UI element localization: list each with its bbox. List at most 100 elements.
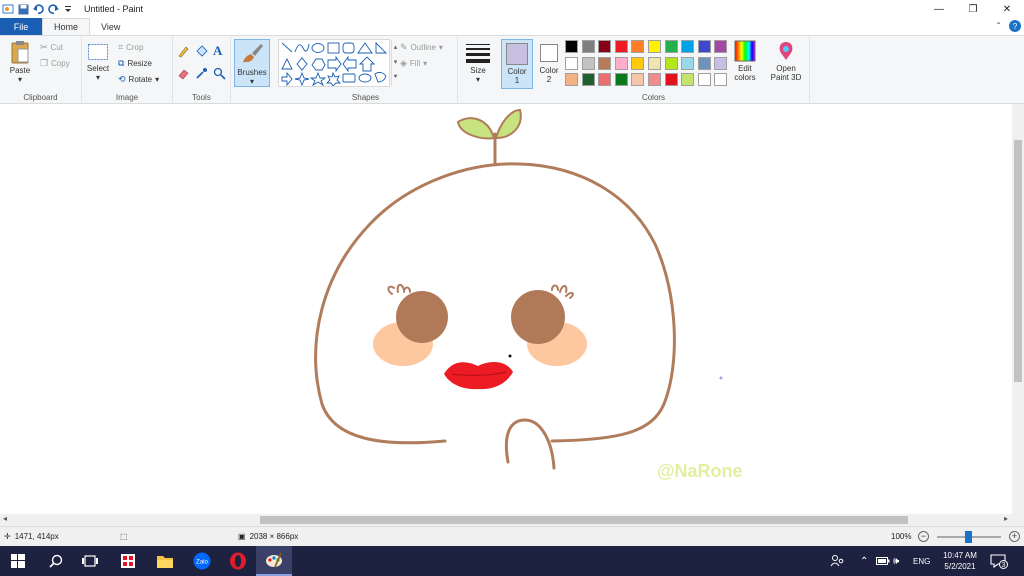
taskbar-zalo[interactable]: Zalo (184, 546, 220, 576)
language-indicator[interactable]: ENG (913, 546, 930, 576)
fill-button[interactable]: ◈ Fill ▾ (400, 58, 427, 69)
palette-swatch[interactable] (681, 73, 695, 86)
notifications-button[interactable]: 3 (990, 546, 1008, 576)
start-button[interactable] (0, 546, 36, 576)
scroll-right-icon[interactable]: ▸ (1004, 514, 1008, 523)
palette-swatch[interactable] (598, 73, 612, 86)
select-dropdown-icon: ▾ (95, 73, 100, 82)
search-button[interactable] (38, 546, 74, 576)
resize-button[interactable]: ⧉ Resize (118, 58, 152, 69)
pencil-tool[interactable] (177, 45, 190, 60)
palette-swatch[interactable] (598, 56, 612, 70)
horizontal-scrollbar[interactable]: ◂ ▸ (0, 514, 1024, 526)
save-icon[interactable] (17, 3, 29, 15)
palette-swatch[interactable] (697, 73, 711, 86)
color2-number: 2 (546, 75, 552, 84)
undo-icon[interactable] (32, 3, 44, 15)
shapes-scroll[interactable]: ▴ ▾ ⯆ (391, 40, 399, 86)
palette-swatch[interactable] (664, 56, 678, 70)
paste-button[interactable]: Paste ▾ (6, 40, 34, 86)
zoom-slider-thumb[interactable] (965, 531, 972, 543)
brushes-button[interactable]: Brushes ▾ (234, 39, 270, 87)
palette-swatch[interactable] (714, 56, 728, 70)
customize-toolbar-icon[interactable] (62, 3, 74, 15)
redo-icon[interactable] (47, 3, 59, 15)
color2-button[interactable]: Color 2 (536, 39, 562, 89)
collapse-ribbon-icon[interactable]: ⌃ (995, 21, 1002, 30)
palette-swatch[interactable] (664, 40, 678, 53)
head-outline (314, 162, 676, 445)
vertical-scroll-thumb[interactable] (1014, 140, 1022, 382)
restore-button[interactable]: ❐ (956, 0, 990, 18)
clock[interactable]: 10:47 AM 5/2/2021 (938, 550, 982, 572)
crop-button[interactable]: ⌗ Crop (118, 42, 143, 53)
palette-swatch[interactable] (648, 73, 661, 86)
text-tool[interactable]: A (213, 43, 222, 59)
palette-swatch[interactable] (614, 73, 628, 86)
palette-swatch[interactable] (631, 40, 645, 53)
paste-label: Paste (9, 66, 31, 75)
palette-swatch[interactable] (631, 56, 645, 70)
palette-swatch[interactable] (697, 56, 711, 70)
zoom-in-button[interactable]: + (1009, 531, 1020, 542)
palette-swatch[interactable] (714, 73, 728, 86)
taskbar-app-1[interactable] (110, 546, 146, 576)
color-picker-tool[interactable] (195, 67, 208, 82)
tab-view[interactable]: View (90, 18, 131, 35)
taskbar-opera[interactable] (220, 546, 256, 576)
drawing-canvas[interactable]: @NaRone (0, 104, 1012, 514)
open-paint3d-button[interactable]: Open Paint 3D (766, 40, 806, 82)
people-icon[interactable] (830, 546, 844, 576)
close-button[interactable]: ✕ (990, 0, 1024, 18)
horizontal-scroll-thumb[interactable] (260, 516, 908, 524)
task-view-button[interactable] (72, 546, 108, 576)
rotate-button[interactable]: ⟲ Rotate ▾ (118, 74, 159, 85)
edit-colors-button[interactable]: Edit colors (732, 40, 758, 82)
show-hidden-icons-icon[interactable]: ⌃ (860, 546, 868, 576)
taskbar-file-explorer[interactable] (147, 546, 183, 576)
select-button[interactable]: Select ▾ (86, 42, 110, 82)
palette-swatch[interactable] (631, 73, 645, 86)
paint3d-icon (779, 42, 793, 60)
taskbar-paint[interactable] (256, 546, 292, 576)
tab-home[interactable]: Home (42, 18, 91, 35)
palette-swatch[interactable] (581, 73, 595, 86)
magnifier-tool[interactable] (213, 67, 226, 82)
palette-swatch[interactable] (614, 40, 628, 53)
palette-swatch[interactable] (648, 40, 661, 53)
minimize-button[interactable]: — (922, 0, 956, 18)
palette-swatch[interactable] (565, 56, 578, 70)
help-icon[interactable]: ? (1009, 20, 1021, 32)
outline-button[interactable]: ✎ Outline ▾ (400, 42, 443, 53)
scroll-left-icon[interactable]: ◂ (3, 514, 7, 523)
shapes-gallery[interactable] (278, 39, 390, 87)
palette-swatch[interactable] (581, 40, 595, 53)
fill-tool[interactable] (195, 45, 208, 60)
palette-swatch[interactable] (681, 40, 695, 53)
copy-button[interactable]: ❐ Copy (40, 58, 70, 69)
drawing-svg[interactable]: @NaRone (0, 104, 1012, 514)
color2-swatch (540, 44, 558, 62)
vertical-scrollbar[interactable] (1012, 104, 1024, 514)
palette-swatch[interactable] (697, 40, 711, 53)
palette-swatch[interactable] (598, 40, 612, 53)
palette-swatch[interactable] (664, 73, 678, 86)
left-eye (396, 291, 448, 343)
palette-swatch[interactable] (581, 56, 595, 70)
palette-swatch[interactable] (648, 56, 661, 70)
eraser-tool[interactable] (177, 67, 190, 82)
palette-swatch[interactable] (565, 73, 578, 86)
palette-swatch[interactable] (614, 56, 628, 70)
people-svg (830, 555, 844, 567)
shapes-group: ▴ ▾ ⯆ ✎ Outline ▾ ◈ Fill ▾ Shapes (274, 36, 458, 104)
tab-file[interactable]: File (0, 18, 42, 35)
palette-swatch[interactable] (681, 56, 695, 70)
size-button[interactable]: Size ▾ (464, 42, 492, 84)
color1-button[interactable]: Color 1 (501, 39, 533, 89)
palette-swatch[interactable] (714, 40, 728, 53)
battery-icon[interactable] (876, 546, 890, 576)
palette-swatch[interactable] (565, 40, 578, 53)
zoom-out-button[interactable]: − (918, 531, 929, 542)
cut-button[interactable]: ✂ Cut (40, 42, 63, 53)
volume-icon[interactable]: 🕪 (893, 546, 899, 576)
